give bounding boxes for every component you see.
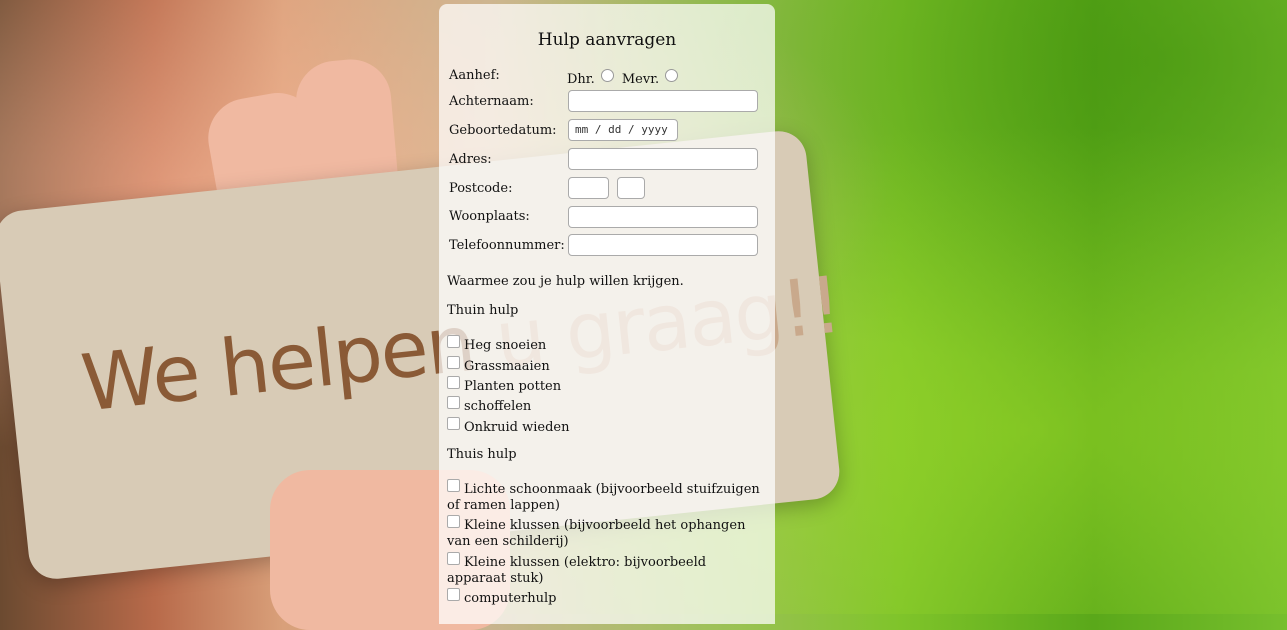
aanhef-options: Dhr. Mevr. [567,69,682,87]
checkbox[interactable] [447,552,460,565]
geboortedatum-input[interactable]: mm / dd / yyyy [568,119,678,141]
aanhef-label: Aanhef: [449,68,500,83]
thuin-heading: Thuin hulp [447,303,519,318]
thuis-option[interactable]: computerhulp [447,588,767,607]
thuin-option[interactable]: Onkruid wieden [447,417,767,436]
help-request-form: Hulp aanvragen Aanhef: Dhr. Mevr. Achter… [439,4,775,624]
checkbox[interactable] [447,479,460,492]
postcode-digits-input[interactable] [568,177,609,199]
checkbox[interactable] [447,417,460,430]
checkbox[interactable] [447,376,460,389]
thuin-option[interactable]: Grassmaaien [447,356,767,375]
postcode-label: Postcode: [449,181,513,196]
telefoon-input[interactable] [568,234,758,256]
checkbox[interactable] [447,396,460,409]
thuis-option[interactable]: Kleine klussen (elektro: bijvoorbeeld ap… [447,552,767,587]
adres-label: Adres: [449,152,492,167]
thuin-option[interactable]: Planten potten [447,376,767,395]
achternaam-label: Achternaam: [449,94,534,109]
checkbox[interactable] [447,356,460,369]
thuin-option[interactable]: Heg snoeien [447,335,767,354]
postcode-letters-input[interactable] [617,177,645,199]
form-title: Hulp aanvragen [537,30,677,50]
thuis-option[interactable]: Lichte schoonmaak (bijvoorbeeld stuifzui… [447,479,767,514]
dhr-radio[interactable] [600,69,614,82]
geboortedatum-label: Geboortedatum: [449,123,557,138]
telefoon-label: Telefoonnummer: [449,238,565,253]
mevr-radio[interactable] [665,69,679,82]
adres-input[interactable] [568,148,758,170]
woonplaats-input[interactable] [568,206,758,228]
woonplaats-label: Woonplaats: [449,209,530,224]
thuis-heading: Thuis hulp [447,447,517,462]
checkbox[interactable] [447,515,460,528]
mevr-label: Mevr. [621,72,660,87]
checkbox[interactable] [447,588,460,601]
achternaam-input[interactable] [568,90,758,112]
thuis-option[interactable]: Kleine klussen (bijvoorbeeld het ophange… [447,515,767,550]
dhr-label: Dhr. [567,72,595,87]
thuin-option[interactable]: schoffelen [447,396,767,415]
help-question: Waarmee zou je hulp willen krijgen. [447,274,684,289]
checkbox[interactable] [447,335,460,348]
